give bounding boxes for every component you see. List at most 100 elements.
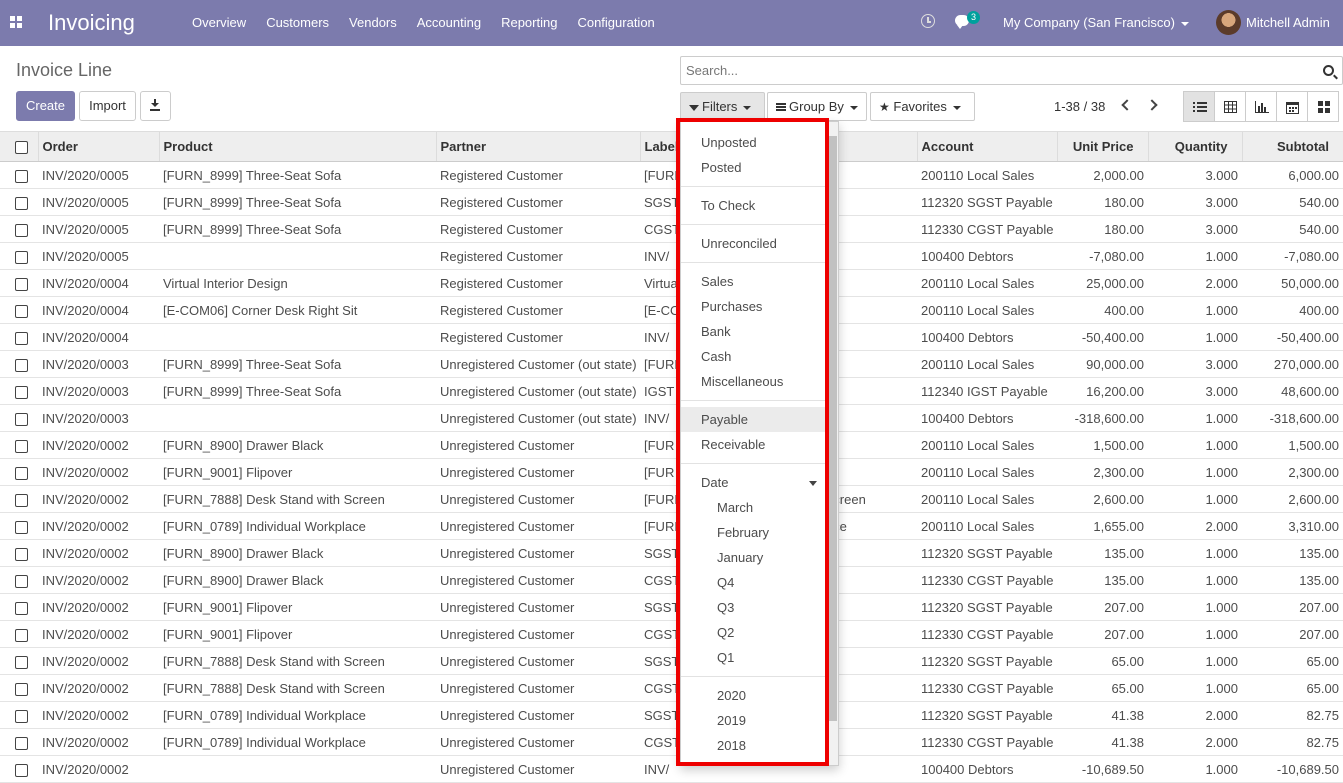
row-checkbox[interactable] [15,277,28,291]
select-all-checkbox[interactable] [15,141,28,155]
row-select-cell[interactable] [0,593,38,621]
filter-option-purchases[interactable]: Purchases [681,294,827,319]
list-view-button[interactable] [1183,91,1215,122]
row-select-cell[interactable] [0,323,38,351]
table-row[interactable]: INV/2020/0005 [FURN_8999] Three-Seat Sofa… [0,161,1343,189]
column-order[interactable]: Order [37,131,159,162]
scrollbar-thumb[interactable] [829,136,837,721]
app-name[interactable]: Invoicing [48,10,135,36]
group-by-button[interactable]: Group By [767,92,867,121]
row-checkbox[interactable] [15,520,28,534]
filter-option-february[interactable]: February [681,520,827,545]
user-avatar[interactable] [1216,10,1241,35]
row-checkbox[interactable] [15,736,28,750]
row-select-cell[interactable] [0,350,38,378]
row-select-cell[interactable] [0,431,38,459]
table-row[interactable]: INV/2020/0004 [E-COM06] Corner Desk Right… [0,296,1343,324]
filter-option-q2[interactable]: Q2 [681,620,827,645]
table-row[interactable]: INV/2020/0002 [FURN_7888] Desk Stand with… [0,647,1343,675]
row-checkbox[interactable] [15,628,28,642]
filter-option-march[interactable]: March [681,495,827,520]
table-row[interactable]: INV/2020/0002 [FURN_9001] Flipover Unregis… [0,458,1343,486]
row-select-cell[interactable] [0,242,38,270]
row-checkbox[interactable] [15,655,28,669]
column-subtotal[interactable]: Subtotal [1241,131,1343,162]
row-select-cell[interactable] [0,377,38,405]
column-quantity[interactable]: Quantity [1147,131,1242,162]
search-input[interactable] [681,57,1301,84]
row-select-cell[interactable] [0,566,38,594]
column-account[interactable]: Account [916,131,1057,162]
table-row[interactable]: INV/2020/0005 Registered Customer INV/1004… [0,242,1343,270]
filter-option-payable[interactable]: Payable [681,407,827,432]
column-unit-price[interactable]: Unit Price [1056,131,1148,162]
row-select-cell[interactable] [0,485,38,513]
table-row[interactable]: INV/2020/0002 [FURN_7888] Desk Stand with… [0,485,1343,513]
filter-option-q3[interactable]: Q3 [681,595,827,620]
filter-option-sales[interactable]: Sales [681,269,827,294]
chevron-left-icon[interactable] [1121,99,1133,111]
calendar-view-button[interactable] [1276,91,1308,122]
filter-option-miscellaneous[interactable]: Miscellaneous [681,369,827,394]
filter-option-q1[interactable]: Q1 [681,645,827,670]
table-row[interactable]: INV/2020/0005 [FURN_8999] Three-Seat Sofa… [0,188,1343,216]
row-checkbox[interactable] [15,304,28,318]
menu-configuration[interactable]: Configuration [577,15,654,30]
row-select-cell[interactable] [0,269,38,297]
filter-option-q4[interactable]: Q4 [681,570,827,595]
column-product[interactable]: Product [158,131,436,162]
kanban-view-button[interactable] [1307,91,1339,122]
row-select-cell[interactable] [0,404,38,432]
filter-option-2019[interactable]: 2019 [681,708,827,733]
chevron-right-icon[interactable] [1146,99,1158,111]
filter-option-january[interactable]: January [681,545,827,570]
filter-option-unreconciled[interactable]: Unreconciled [681,231,827,256]
row-checkbox[interactable] [15,250,28,264]
import-button[interactable]: Import [79,91,136,121]
row-checkbox[interactable] [15,709,28,723]
row-checkbox[interactable] [15,601,28,615]
menu-accounting[interactable]: Accounting [417,15,481,30]
filter-option-cash[interactable]: Cash [681,344,827,369]
row-checkbox[interactable] [15,682,28,696]
activity-clock-icon[interactable] [921,14,935,28]
table-row[interactable]: INV/2020/0002 [FURN_9001] Flipover Unregis… [0,620,1343,648]
table-row[interactable]: INV/2020/0002 [FURN_8900] Drawer Black Unr… [0,431,1343,459]
row-select-cell[interactable] [0,755,38,783]
row-select-cell[interactable] [0,620,38,648]
row-checkbox[interactable] [15,547,28,561]
row-checkbox[interactable] [15,385,28,399]
table-row[interactable]: INV/2020/0004 Registered Customer INV/1004… [0,323,1343,351]
row-checkbox[interactable] [15,574,28,588]
favorites-button[interactable]: ★ Favorites [870,92,975,121]
row-select-cell[interactable] [0,215,38,243]
row-checkbox[interactable] [15,493,28,507]
table-row[interactable]: INV/2020/0003 Unregistered Customer (out … [0,404,1343,432]
row-select-cell[interactable] [0,728,38,756]
table-row[interactable]: INV/2020/0002 [FURN_0789] Individual Work… [0,512,1343,540]
filter-option-posted[interactable]: Posted [681,155,827,180]
table-row[interactable]: INV/2020/0002 [FURN_8900] Drawer Black Unr… [0,539,1343,567]
filter-option-2018[interactable]: 2018 [681,733,827,758]
graph-view-button[interactable] [1245,91,1277,122]
row-checkbox[interactable] [15,169,28,183]
menu-reporting[interactable]: Reporting [501,15,557,30]
menu-customers[interactable]: Customers [266,15,329,30]
row-checkbox[interactable] [15,412,28,426]
filter-option-2020[interactable]: 2020 [681,683,827,708]
search-icon[interactable] [1323,65,1334,76]
row-select-cell[interactable] [0,161,38,189]
dropdown-scrollbar[interactable] [828,122,838,765]
row-select-cell[interactable] [0,188,38,216]
table-row[interactable]: INV/2020/0003 [FURN_8999] Three-Seat Sofa… [0,377,1343,405]
pager-value[interactable]: 1-38 / 38 [1054,99,1105,114]
row-select-cell[interactable] [0,296,38,324]
filters-button[interactable]: Filters [680,92,765,121]
row-checkbox[interactable] [15,331,28,345]
row-checkbox[interactable] [15,439,28,453]
row-checkbox[interactable] [15,223,28,237]
table-row[interactable]: INV/2020/0005 [FURN_8999] Three-Seat Sofa… [0,215,1343,243]
table-row[interactable]: INV/2020/0002 [FURN_7888] Desk Stand with… [0,674,1343,702]
menu-vendors[interactable]: Vendors [349,15,397,30]
download-button[interactable] [140,91,171,121]
